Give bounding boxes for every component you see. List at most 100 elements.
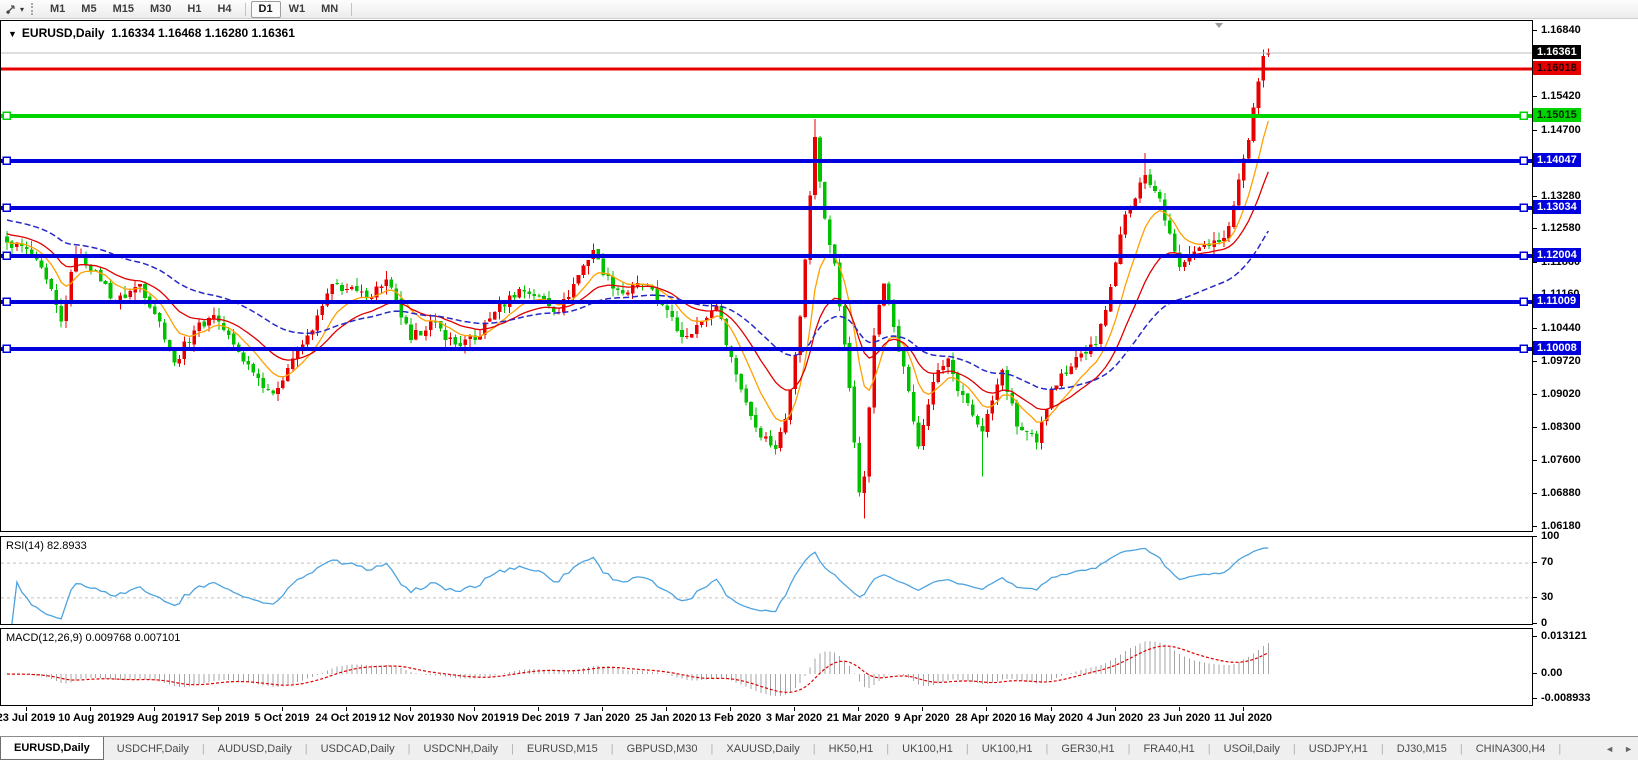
ma-line-45 [7,220,1268,389]
line-handle [1520,204,1527,211]
price-chart-canvas[interactable] [1,21,1532,531]
tab-scroll-left-icon[interactable]: ◄ [1600,737,1619,760]
tab-uk100-h1[interactable]: UK100,H1 [969,737,1046,760]
tab-hk50-h1[interactable]: HK50,H1 [816,737,887,760]
date-tick [1243,707,1244,711]
date-tick [922,707,923,711]
price-axis-label: 1.12580 [1541,222,1581,234]
candles-layer [5,48,1270,518]
line-handle [1520,112,1527,119]
toolbar-grip [31,3,36,15]
line-handle [3,252,10,259]
date-tick [1115,707,1116,711]
timeframe-button-mn[interactable]: MN [313,1,346,18]
toolbar-separator [351,3,352,16]
line-handle [1520,345,1527,352]
price-tick [1532,526,1537,527]
price-axis-label: 1.16840 [1541,24,1581,36]
price-axis-label: 1.06880 [1541,487,1581,499]
rsi-axis-tick [1532,536,1537,537]
tab-dj30-m15[interactable]: DJ30,M15 [1384,737,1460,760]
rsi-axis-label: 0 [1541,617,1547,629]
price-axis-label: 1.09020 [1541,388,1581,400]
price-axis-label: 1.08300 [1541,421,1581,433]
chart-tabs-bar: EURUSD,DailyUSDCHF,Daily|AUDUSD,Daily|US… [0,736,1638,760]
rsi-line [12,548,1268,624]
tab-spacer [1561,737,1600,760]
timeframe-button-m15[interactable]: M15 [105,1,142,18]
timeframe-button-m30[interactable]: M30 [142,1,179,18]
price-badge: 1.16018 [1533,61,1581,75]
timeframe-button-m1[interactable]: M1 [42,1,73,18]
price-axis-label: 1.09720 [1541,355,1581,367]
rsi-axis-label: 30 [1541,591,1553,603]
timeframe-button-w1[interactable]: W1 [281,1,314,18]
line-handle [3,204,10,211]
date-axis-label: 24 Oct 2019 [315,712,376,724]
price-tick [1532,460,1537,461]
pointer-tool-icon [4,2,18,16]
price-axis-label: 1.15420 [1541,90,1581,102]
date-axis-label: 25 Jan 2020 [635,712,697,724]
tab-usoil-daily[interactable]: USOil,Daily [1211,737,1293,760]
timeframe-button-h4[interactable]: H4 [209,1,239,18]
macd-axis-tick [1532,673,1537,674]
price-axis-label: 1.14700 [1541,124,1581,136]
date-axis-label: 9 Apr 2020 [894,712,949,724]
tab-gbpusd-m30[interactable]: GBPUSD,M30 [614,737,711,760]
date-tick [1179,707,1180,711]
tab-usdjpy-h1[interactable]: USDJPY,H1 [1296,737,1381,760]
date-tick [410,707,411,711]
tab-uk100-h1[interactable]: UK100,H1 [889,737,966,760]
tab-usdcnh-daily[interactable]: USDCNH,Daily [410,737,511,760]
tab-ger30-h1[interactable]: GER30,H1 [1048,737,1127,760]
tab-eurusd-m15[interactable]: EURUSD,M15 [514,737,611,760]
date-tick [282,707,283,711]
date-tick [90,707,91,711]
date-axis-label: 13 Feb 2020 [699,712,761,724]
date-axis-label: 3 Mar 2020 [766,712,822,724]
date-tick [218,707,219,711]
timeframe-buttons: M1M5M15M30H1H4 D1W1MN [42,0,357,18]
price-axis-label: 1.07600 [1541,454,1581,466]
price-badge: 1.15015 [1533,108,1581,122]
tab-usdchf-daily[interactable]: USDCHF,Daily [104,737,202,760]
tab-eurusd-daily[interactable]: EURUSD,Daily [0,737,104,760]
date-axis-label: 10 Aug 2019 [58,712,122,724]
tab-xauusd-daily[interactable]: XAUUSD,Daily [713,737,812,760]
timeframe-button-d1[interactable]: D1 [251,1,281,18]
date-axis-label: 23 Jul 2019 [0,712,55,724]
tab-scroll-right-icon[interactable]: ► [1619,737,1638,760]
rsi-axis-label: 100 [1541,530,1559,542]
date-tick [1051,707,1052,711]
price-badge: 1.16361 [1533,45,1581,59]
date-axis-label: 12 Nov 2019 [378,712,442,724]
line-handle [3,298,10,305]
macd-canvas[interactable] [1,629,1532,705]
price-badge: 1.12004 [1533,248,1581,262]
ma-line-9 [7,121,1268,422]
price-tick [1532,427,1537,428]
date-axis-label: 21 Mar 2020 [827,712,889,724]
macd-panel: MACD(12,26,9) 0.009768 0.007101 [0,628,1533,706]
macd-axis-label: 0.00 [1541,667,1562,679]
dropdown-caret-icon[interactable]: ▾ [20,5,24,14]
date-axis-label: 7 Jan 2020 [574,712,630,724]
price-tick [1532,394,1537,395]
timeframe-button-m5[interactable]: M5 [73,1,104,18]
rsi-axis-tick [1532,597,1537,598]
pointer-tool-button[interactable]: ▾ [0,2,27,16]
tab-usdcad-daily[interactable]: USDCAD,Daily [308,737,408,760]
line-handle [3,157,10,164]
date-axis-label: 29 Aug 2019 [122,712,186,724]
tab-audusd-daily[interactable]: AUDUSD,Daily [205,737,305,760]
tab-fra40-h1[interactable]: FRA40,H1 [1130,737,1207,760]
rsi-canvas[interactable] [1,537,1532,624]
date-axis-label: 17 Sep 2019 [187,712,250,724]
timeframe-button-h1[interactable]: H1 [179,1,209,18]
toolbar-separator [245,3,246,16]
date-tick [474,707,475,711]
tab-china300-h4[interactable]: CHINA300,H4 [1463,737,1559,760]
price-tick [1532,361,1537,362]
price-tick [1532,130,1537,131]
